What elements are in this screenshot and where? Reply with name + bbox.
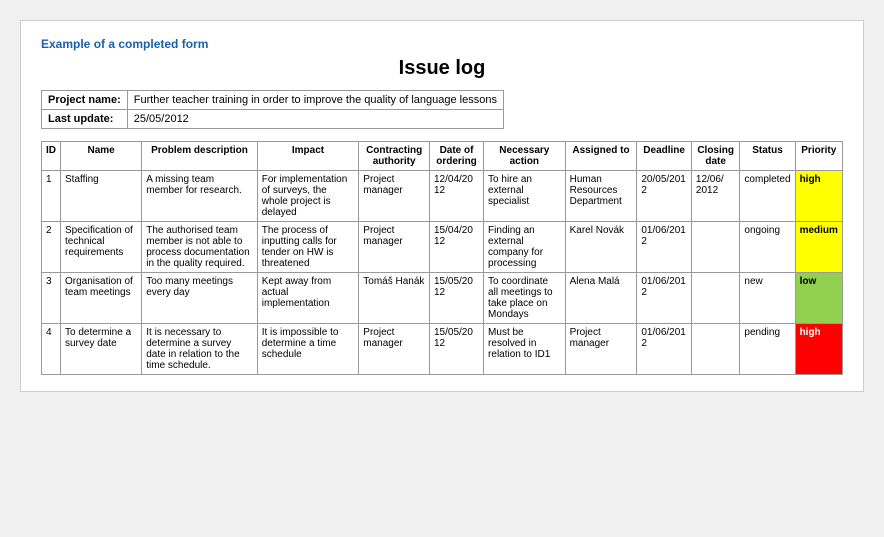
cell-id: 4 [42,324,61,375]
cell-contracting: Project manager [359,324,430,375]
cell-impact: It is impossible to determine a time sch… [257,324,359,375]
cell-status: completed [740,171,795,222]
cell-assigned: Karel Novák [565,222,637,273]
cell-problem: A missing team member for research. [142,171,257,222]
col-closing: Closing date [691,142,740,171]
cell-action: Finding an external company for processi… [484,222,566,273]
table-row: 1StaffingA missing team member for resea… [42,171,843,222]
cell-deadline: 01/06/201 2 [637,222,692,273]
last-update-label: Last update: [42,110,128,129]
cell-action: To hire an external specialist [484,171,566,222]
cell-date: 15/05/20 12 [429,324,483,375]
col-problem: Problem description [142,142,257,171]
cell-closing: 12/06/ 2012 [691,171,740,222]
cell-contracting: Project manager [359,171,430,222]
cell-priority: high [795,171,842,222]
cell-closing [691,222,740,273]
cell-problem: The authorised team member is not able t… [142,222,257,273]
cell-id: 1 [42,171,61,222]
cell-impact: Kept away from actual implementation [257,273,359,324]
cell-action: To coordinate all meetings to take place… [484,273,566,324]
cell-status: pending [740,324,795,375]
cell-priority: low [795,273,842,324]
page-title: Issue log [41,57,843,80]
cell-assigned: Human Resources Department [565,171,637,222]
cell-impact: The process of inputting calls for tende… [257,222,359,273]
cell-name: Staffing [61,171,142,222]
col-name: Name [61,142,142,171]
col-contracting: Contracting authority [359,142,430,171]
issue-log-table: ID Name Problem description Impact Contr… [41,141,843,375]
col-necessary-action: Necessary action [484,142,566,171]
cell-id: 2 [42,222,61,273]
table-row: 4To determine a survey dateIt is necessa… [42,324,843,375]
project-name-label: Project name: [42,91,128,110]
cell-closing [691,273,740,324]
col-date-ordering: Date of ordering [429,142,483,171]
cell-problem: It is necessary to determine a survey da… [142,324,257,375]
col-assigned: Assigned to [565,142,637,171]
cell-priority: high [795,324,842,375]
project-info-table: Project name: Further teacher training i… [41,90,504,129]
cell-action: Must be resolved in relation to ID1 [484,324,566,375]
cell-status: new [740,273,795,324]
cell-name: Specification of technical requirements [61,222,142,273]
example-label: Example of a completed form [41,37,843,51]
cell-problem: Too many meetings every day [142,273,257,324]
cell-status: ongoing [740,222,795,273]
cell-name: Organisation of team meetings [61,273,142,324]
col-status: Status [740,142,795,171]
last-update-value: 25/05/2012 [127,110,503,129]
cell-name: To determine a survey date [61,324,142,375]
col-deadline: Deadline [637,142,692,171]
cell-id: 3 [42,273,61,324]
cell-priority: medium [795,222,842,273]
cell-deadline: 01/06/201 2 [637,324,692,375]
cell-date: 15/04/20 12 [429,222,483,273]
cell-assigned: Project manager [565,324,637,375]
page-container: Example of a completed form Issue log Pr… [20,20,864,392]
col-impact: Impact [257,142,359,171]
cell-closing [691,324,740,375]
col-priority: Priority [795,142,842,171]
cell-date: 12/04/20 12 [429,171,483,222]
cell-contracting: Tomáš Hanák [359,273,430,324]
cell-contracting: Project manager [359,222,430,273]
table-row: 3Organisation of team meetingsToo many m… [42,273,843,324]
cell-deadline: 01/06/201 2 [637,273,692,324]
cell-impact: For implementation of surveys, the whole… [257,171,359,222]
project-name-value: Further teacher training in order to imp… [127,91,503,110]
cell-date: 15/05/20 12 [429,273,483,324]
table-row: 2Specification of technical requirements… [42,222,843,273]
cell-deadline: 20/05/201 2 [637,171,692,222]
cell-assigned: Alena Malá [565,273,637,324]
col-id: ID [42,142,61,171]
